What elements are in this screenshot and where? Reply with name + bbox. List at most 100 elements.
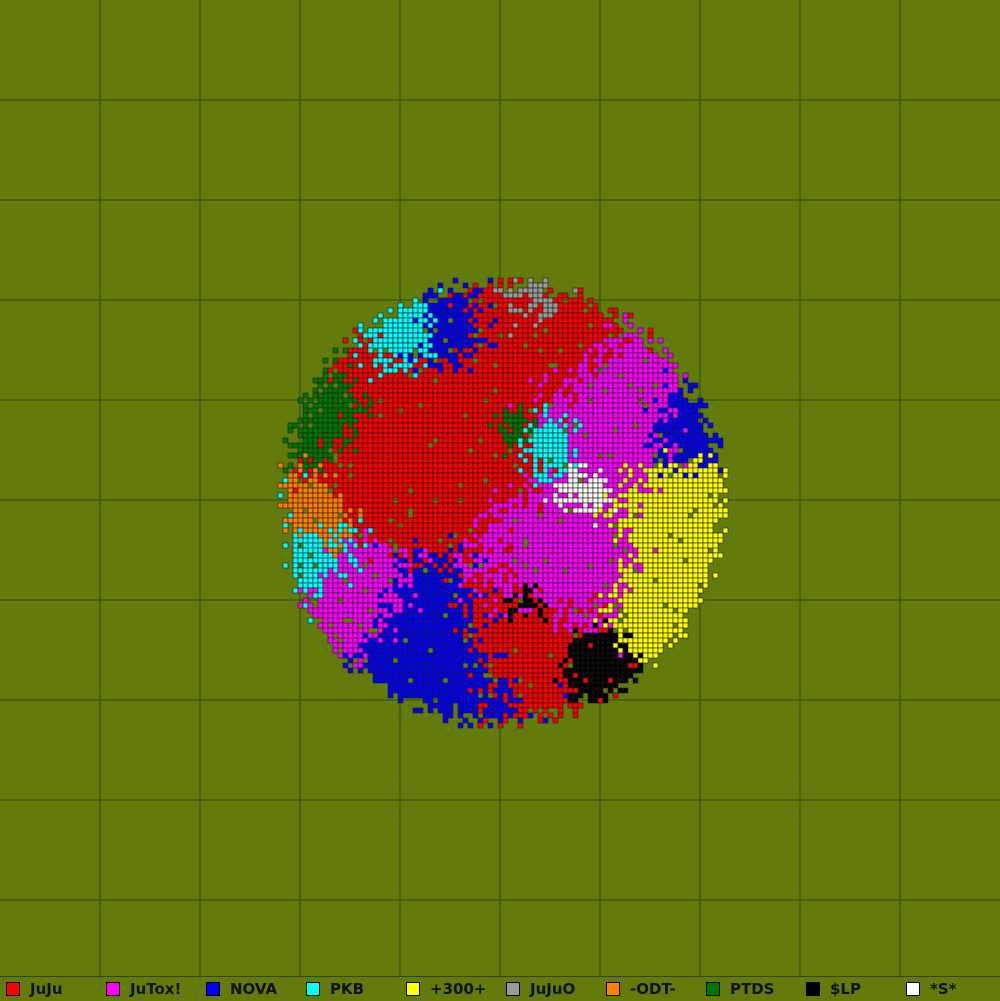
territory-cell-300[interactable] (663, 538, 668, 543)
territory-cell-300[interactable] (628, 593, 633, 598)
territory-cell-jutox[interactable] (523, 568, 528, 573)
territory-cell-pkb[interactable] (373, 358, 378, 363)
territory-cell-juju[interactable] (573, 338, 578, 343)
territory-cell-nova[interactable] (643, 443, 648, 448)
territory-cell-juju[interactable] (473, 463, 478, 468)
territory-cell-jutox[interactable] (598, 598, 603, 603)
territory-cell-juju[interactable] (498, 308, 503, 313)
territory-cell-juju[interactable] (348, 373, 353, 378)
territory-cell-jutox[interactable] (528, 518, 533, 523)
territory-cell-300[interactable] (628, 488, 633, 493)
territory-cell-juju[interactable] (478, 498, 483, 503)
territory-cell-jutox[interactable] (528, 558, 533, 563)
territory-cell-jutox[interactable] (598, 343, 603, 348)
territory-cell-nova[interactable] (398, 353, 403, 358)
territory-cell-jutox[interactable] (593, 458, 598, 463)
territory-cell-juju[interactable] (503, 448, 508, 453)
territory-cell-300[interactable] (688, 503, 693, 508)
territory-cell-jutox[interactable] (603, 338, 608, 343)
territory-cell-nova[interactable] (453, 318, 458, 323)
territory-cell-juju[interactable] (418, 493, 423, 498)
territory-cell-juju[interactable] (383, 478, 388, 483)
territory-cell-lp[interactable] (543, 618, 548, 623)
territory-cell-juju[interactable] (478, 483, 483, 488)
territory-cell-jutox[interactable] (628, 548, 633, 553)
territory-cell-juju[interactable] (403, 488, 408, 493)
territory-cell-odt[interactable] (323, 518, 328, 523)
territory-cell-300[interactable] (688, 473, 693, 478)
territory-cell-jutox[interactable] (518, 498, 523, 503)
territory-cell-juju[interactable] (648, 348, 653, 353)
territory-cell-juju[interactable] (583, 318, 588, 323)
territory-cell-juju[interactable] (453, 513, 458, 518)
territory-cell-jutox[interactable] (508, 583, 513, 588)
territory-cell-jutox[interactable] (373, 608, 378, 613)
territory-cell-nova[interactable] (453, 623, 458, 628)
territory-cell-300[interactable] (683, 598, 688, 603)
territory-cell-nova[interactable] (683, 408, 688, 413)
territory-cell-juju[interactable] (478, 378, 483, 383)
territory-cell-odt[interactable] (328, 533, 333, 538)
territory-cell-juju[interactable] (503, 348, 508, 353)
territory-cell-nova[interactable] (703, 463, 708, 468)
territory-cell-nova[interactable] (678, 403, 683, 408)
territory-cell-juju[interactable] (448, 363, 453, 368)
territory-cell-nova[interactable] (388, 633, 393, 638)
territory-cell-juju[interactable] (383, 458, 388, 463)
territory-cell-300[interactable] (673, 488, 678, 493)
territory-cell-jujuo[interactable] (498, 288, 503, 293)
territory-cell-jutox[interactable] (603, 518, 608, 523)
territory-cell-juju[interactable] (468, 318, 473, 323)
territory-cell-pkb[interactable] (343, 548, 348, 553)
territory-cell-jutox[interactable] (513, 498, 518, 503)
territory-cell-juju[interactable] (323, 458, 328, 463)
territory-cell-nova[interactable] (463, 598, 468, 603)
territory-cell-juju[interactable] (493, 483, 498, 488)
territory-cell-jutox[interactable] (598, 518, 603, 523)
territory-cell-300[interactable] (703, 573, 708, 578)
territory-cell-jutox[interactable] (323, 608, 328, 613)
territory-cell-jujuo[interactable] (543, 313, 548, 318)
territory-cell-juju[interactable] (383, 403, 388, 408)
territory-cell-juju[interactable] (433, 473, 438, 478)
territory-cell-jutox[interactable] (608, 533, 613, 538)
territory-cell-juju[interactable] (368, 498, 373, 503)
territory-cell-nova[interactable] (423, 588, 428, 593)
territory-cell-ptds[interactable] (348, 383, 353, 388)
territory-cell-300[interactable] (628, 618, 633, 623)
territory-cell-juju[interactable] (558, 323, 563, 328)
territory-cell-jutox[interactable] (538, 413, 543, 418)
territory-cell-nova[interactable] (428, 628, 433, 633)
territory-cell-jutox[interactable] (578, 573, 583, 578)
territory-cell-juju[interactable] (423, 368, 428, 373)
territory-cell-juju[interactable] (488, 623, 493, 628)
territory-cell-s[interactable] (558, 503, 563, 508)
territory-cell-ptds[interactable] (313, 448, 318, 453)
territory-cell-juju[interactable] (388, 413, 393, 418)
territory-cell-lp[interactable] (538, 598, 543, 603)
territory-cell-jutox[interactable] (533, 528, 538, 533)
territory-cell-juju[interactable] (533, 628, 538, 633)
territory-cell-jujuo[interactable] (528, 308, 533, 313)
territory-cell-nova[interactable] (678, 413, 683, 418)
territory-cell-odt[interactable] (278, 483, 283, 488)
territory-cell-juju[interactable] (563, 358, 568, 363)
territory-cell-jutox[interactable] (608, 478, 613, 483)
territory-cell-300[interactable] (678, 473, 683, 478)
territory-cell-pkb[interactable] (378, 358, 383, 363)
territory-cell-jutox[interactable] (538, 533, 543, 538)
territory-cell-nova[interactable] (698, 413, 703, 418)
territory-cell-juju[interactable] (488, 478, 493, 483)
territory-cell-pkb[interactable] (543, 448, 548, 453)
territory-cell-juju[interactable] (473, 368, 478, 373)
territory-cell-juju[interactable] (468, 423, 473, 428)
territory-cell-jutox[interactable] (573, 378, 578, 383)
territory-cell-pkb[interactable] (538, 433, 543, 438)
territory-cell-jutox[interactable] (648, 448, 653, 453)
territory-cell-pkb[interactable] (563, 413, 568, 418)
territory-cell-ptds[interactable] (313, 453, 318, 458)
territory-cell-nova[interactable] (443, 353, 448, 358)
territory-cell-nova[interactable] (418, 568, 423, 573)
territory-cell-300[interactable] (643, 483, 648, 488)
territory-cell-300[interactable] (663, 573, 668, 578)
